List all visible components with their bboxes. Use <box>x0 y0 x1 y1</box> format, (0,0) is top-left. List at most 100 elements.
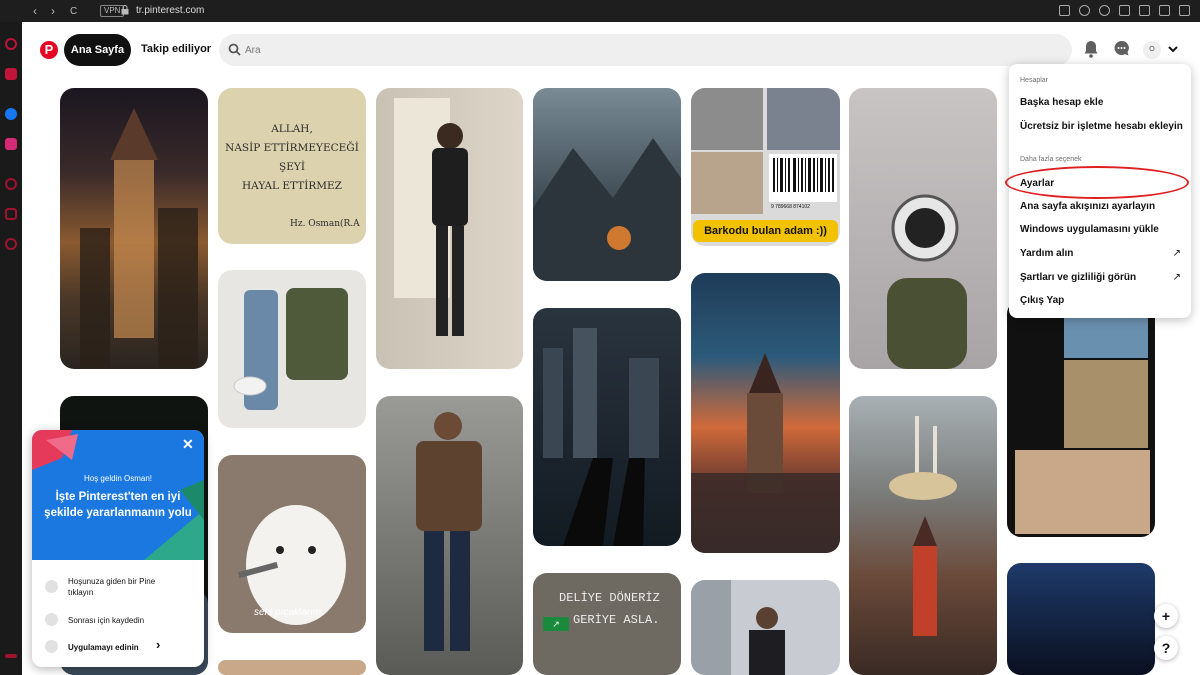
chevron-down-icon[interactable] <box>1168 46 1178 53</box>
browser-sidebar <box>0 22 22 675</box>
bear-caption: seni pıçaklarım <box>254 607 322 618</box>
menu-section-accounts: Hesaplar <box>1020 77 1049 84</box>
outfit-illustration <box>233 288 348 410</box>
menu-item-help[interactable]: Yardım alın <box>1020 248 1073 259</box>
sunglasses-man-photo <box>1015 450 1150 534</box>
galata-tower-illustration <box>80 108 198 368</box>
quote-line: HAYAL ETTİRMEZ <box>242 180 342 192</box>
pin-istanbul-night[interactable] <box>849 396 997 675</box>
pin-astronaut-helmet[interactable] <box>849 88 997 369</box>
download-icon[interactable] <box>1159 5 1170 16</box>
wall-text-line: DELİYE DÖNERİZ <box>559 591 660 605</box>
twitch-icon[interactable] <box>5 68 17 80</box>
menu-item-logout[interactable]: Çıkış Yap <box>1020 295 1064 306</box>
quote-line: ALLAH, <box>271 123 313 135</box>
barcode-number: 9 789668 874102 <box>771 204 810 210</box>
collage-photo <box>1064 316 1148 358</box>
pin-outfit-flatlay[interactable] <box>218 270 366 428</box>
welcome-title: İşte Pinterest'ten en iyi şekilde yararl… <box>44 491 192 519</box>
menu-item-windows-app[interactable]: Windows uygulamasını yükle <box>1020 224 1159 235</box>
quote-author: Hz. Osman(R.A <box>290 219 360 229</box>
pin-quote-card[interactable]: ALLAH, NASİP ETTİRMEYECEĞİ ŞEYİ HAYAL ET… <box>218 88 366 244</box>
search-input[interactable] <box>245 41 1045 59</box>
welcome-card: ✕ Hoş geldin Osman! İşte Pinterest'ten e… <box>32 430 204 667</box>
messenger-icon[interactable] <box>5 108 17 120</box>
avatar[interactable]: O <box>1143 41 1161 59</box>
pin-man-reading[interactable] <box>376 88 523 369</box>
step-check-icon <box>45 640 58 653</box>
pin-galata-tower-night[interactable] <box>60 88 208 369</box>
cat-photo <box>1064 360 1148 448</box>
pin-wall-writing[interactable]: DELİYE DÖNERİZ GERİYE ASLA. ↗ <box>533 573 681 675</box>
menu-item-tune-feed[interactable]: Ana sayfa akışınızı ayarlayın <box>1020 201 1155 212</box>
astronaut-illustration <box>887 194 967 369</box>
street-man-illustration <box>691 580 785 675</box>
browser-extension-icons <box>1059 5 1190 16</box>
city-rooftop-illustration <box>543 328 659 546</box>
browser-toolbar: ‹ › C VPN tr.pinterest.com <box>0 0 1200 22</box>
external-link-icon: ↗ <box>1172 272 1181 283</box>
notifications-bell-icon[interactable] <box>1084 40 1098 58</box>
pin-barcode-meme[interactable]: 9 789668 874102 Barkodu bulan adam :)) <box>691 88 840 246</box>
menu-item-business-account[interactable]: Ücretsiz bir işletme hesabı ekleyin <box>1020 121 1183 132</box>
pin-bottom-col2[interactable] <box>218 660 366 675</box>
wallet-icon[interactable] <box>1139 5 1150 16</box>
shield-icon[interactable] <box>1079 5 1090 16</box>
welcome-step[interactable]: Hoşunuza giden bir Pine tıklayın <box>68 576 168 598</box>
tab-following[interactable]: Takip ediliyor <box>141 43 211 55</box>
settings-highlight-circle <box>1005 166 1189 199</box>
welcome-step[interactable]: Uygulamayı edinin <box>68 642 139 653</box>
messages-icon[interactable] <box>1113 40 1130 57</box>
pin-leather-jacket-man[interactable] <box>376 396 523 675</box>
menu-item-add-account[interactable]: Başka hesap ekle <box>1020 97 1103 108</box>
address-bar[interactable]: tr.pinterest.com <box>136 4 204 18</box>
lock-icon <box>121 5 129 15</box>
reload-button[interactable]: C <box>70 4 77 20</box>
quote-line: NASİP ETTİRMEYECEĞİ <box>225 142 359 154</box>
search-bar[interactable] <box>219 34 1072 66</box>
tab-home[interactable]: Ana Sayfa <box>64 34 131 66</box>
forward-button[interactable]: › <box>51 3 55 19</box>
welcome-step[interactable]: Sonrası için kaydedin <box>68 615 144 626</box>
more-icon[interactable] <box>5 654 17 658</box>
menu-icon[interactable] <box>1179 5 1190 16</box>
pin-city-rooftop[interactable] <box>533 308 681 546</box>
snapshot-icon[interactable] <box>1059 5 1070 16</box>
step-check-icon <box>45 580 58 593</box>
pin-collage-right[interactable] <box>1007 300 1155 537</box>
pinterest-logo[interactable]: P <box>40 41 58 59</box>
search-icon <box>228 43 241 56</box>
meme-photo <box>767 88 840 150</box>
galata-sunset-illustration <box>691 353 840 553</box>
welcome-greeting: Hoş geldin Osman! <box>83 474 153 483</box>
create-plus-button[interactable]: + <box>1154 604 1178 628</box>
pin-galata-sunset[interactable] <box>691 273 840 553</box>
step-check-icon <box>45 613 58 626</box>
barcode-graphic <box>769 154 837 202</box>
cube-icon[interactable] <box>5 208 17 220</box>
external-link-icon: ↗ <box>1172 248 1181 259</box>
extensions-icon[interactable] <box>1119 5 1130 16</box>
menu-section-more: Daha fazla seçenek <box>1020 156 1082 163</box>
back-button[interactable]: ‹ <box>33 3 37 19</box>
pin-space-art[interactable] <box>1007 563 1155 675</box>
chevron-right-icon[interactable]: › <box>156 638 160 651</box>
clock-icon[interactable] <box>5 178 17 190</box>
opera-icon[interactable] <box>5 38 17 50</box>
menu-item-terms[interactable]: Şartları ve gizliliği görün <box>1020 272 1136 283</box>
instagram-icon[interactable] <box>5 138 17 150</box>
exit-sign: ↗ <box>543 617 569 631</box>
meme-photo <box>691 152 763 214</box>
pin-bear-meme[interactable]: seni pıçaklarım <box>218 455 366 633</box>
pin-mountain-tea[interactable] <box>533 88 681 281</box>
leather-jacket-illustration <box>416 412 482 651</box>
pin-street-man[interactable] <box>691 580 840 675</box>
heart-icon[interactable] <box>1099 5 1110 16</box>
man-reading-illustration <box>394 98 468 336</box>
help-button[interactable]: ? <box>1154 636 1178 660</box>
istanbul-illustration <box>889 416 957 636</box>
meme-photo <box>691 88 763 150</box>
close-icon[interactable]: ✕ <box>182 436 194 453</box>
settings-icon[interactable] <box>5 238 17 250</box>
wall-text-line: GERİYE ASLA. <box>573 613 660 627</box>
